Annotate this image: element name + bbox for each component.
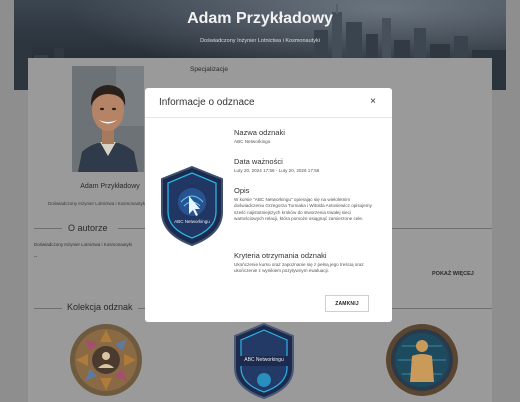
badge-label: ABC Networkingu <box>174 219 210 224</box>
about-dash: -- <box>34 254 38 260</box>
show-more-link[interactable]: POKAŻ WIĘCEJ <box>432 271 474 277</box>
about-text: Doświadczony Inżynier Lotnictwa i Kosmon… <box>34 242 133 247</box>
network-people-badge-icon[interactable] <box>68 322 144 398</box>
modal-divider <box>145 117 392 118</box>
collection-badge-label: ABC Networkingu <box>244 357 284 363</box>
abc-networking-badge-icon: ABC Networkingu <box>161 166 223 246</box>
page: Adam Przykładowy Doświadczony Inżynier L… <box>0 0 520 402</box>
criteria-value: Ukończenie kursu oraz zapoznanie się z p… <box>234 262 364 274</box>
header-subtitle: Doświadczony Inżynier Lotnictwa i Kosmon… <box>200 38 320 44</box>
specializations-title: Specjalizacje <box>190 66 228 73</box>
divider <box>392 228 492 229</box>
description-value: W kursie "ABC Networkingu" opierając się… <box>234 197 372 222</box>
badge-name-value: ABC Networkingu <box>234 139 271 144</box>
validity-value: Luty 20, 2024 17:56 - Luty 20, 2026 17:5… <box>234 168 320 173</box>
description-heading: Opis <box>234 186 250 195</box>
avatar-photo-icon <box>72 66 144 172</box>
header-title: Adam Przykładowy <box>187 10 333 27</box>
avatar <box>72 66 144 172</box>
badge-collection-title: Kolekcja odznak <box>67 302 133 312</box>
divider <box>118 228 146 229</box>
person-silhouette-badge-icon[interactable] <box>384 322 460 398</box>
about-section-title: O autorze <box>68 223 108 233</box>
badge-name-heading: Nazwa odznaki <box>234 128 285 137</box>
divider <box>34 308 62 309</box>
validity-heading: Data ważności <box>234 157 283 166</box>
divider <box>34 228 62 229</box>
close-button[interactable]: ZAMKNIJ <box>325 295 369 312</box>
modal-title: Informacje o odznace <box>159 97 255 108</box>
profile-role: Doświadczony Inżynier Lotnictwa i Kosmon… <box>48 201 147 206</box>
criteria-heading: Kryteria otrzymania odznaki <box>234 251 327 260</box>
close-icon[interactable]: × <box>370 97 376 107</box>
badge-info-modal: Informacje o odznace × ABC Networkingu N… <box>145 88 392 322</box>
